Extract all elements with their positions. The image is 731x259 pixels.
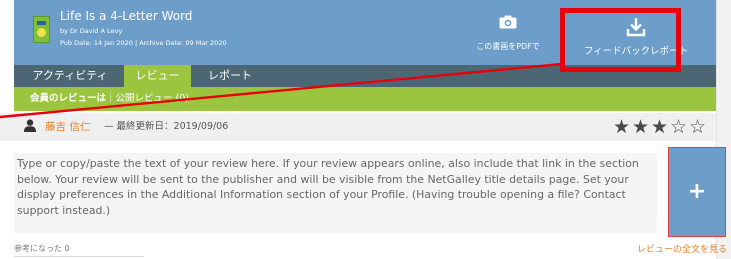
book-cover-thumbnail[interactable] bbox=[33, 16, 50, 43]
book-dates: Pub Date: 14 Jan 2020 | Archive Date: 09… bbox=[60, 39, 227, 47]
annotation-highlight-box bbox=[560, 8, 681, 72]
person-icon bbox=[24, 119, 36, 132]
plus-icon: + bbox=[687, 179, 707, 204]
review-filter-text: 会員のレビューは｜公開レビュー (0) bbox=[30, 87, 189, 111]
review-placeholder-text: Type or copy/paste the text of your revi… bbox=[17, 157, 639, 217]
download-pdf-label: この書画をPDFで bbox=[476, 42, 540, 51]
book-title[interactable]: Life Is a 4-Letter Word bbox=[60, 9, 192, 23]
my-reviews-link[interactable]: 会員のレビューは bbox=[30, 93, 106, 104]
star-filled-icon[interactable]: ★ bbox=[631, 116, 650, 138]
tab-activity[interactable]: アクティビティ bbox=[22, 65, 118, 87]
see-full-review-link[interactable]: レビューの全文を見る bbox=[637, 242, 727, 255]
tab-reviews[interactable]: レビュー bbox=[124, 65, 191, 87]
star-rating[interactable]: ★ ★ ★ ☆ ☆ bbox=[612, 116, 707, 138]
public-reviews-link[interactable]: ｜公開レビュー (0) bbox=[106, 93, 189, 104]
review-card: 藤吉 信仁 — 最終更新日：2019/09/06 ★ ★ ★ ☆ ☆ Type or c… bbox=[0, 113, 727, 259]
star-empty-icon[interactable]: ☆ bbox=[669, 116, 688, 138]
star-empty-icon[interactable]: ☆ bbox=[688, 116, 707, 138]
reviewer-row: 藤吉 信仁 — 最終更新日：2019/09/06 ★ ★ ★ ☆ ☆ bbox=[0, 113, 716, 141]
tab-reports[interactable]: レポート bbox=[198, 65, 262, 87]
book-author: by Dr David A Levy bbox=[60, 27, 123, 35]
camera-icon bbox=[499, 15, 517, 29]
add-review-button[interactable]: + bbox=[668, 147, 726, 237]
last-updated-date: — 最終更新日：2019/09/06 bbox=[104, 121, 229, 132]
star-filled-icon[interactable]: ★ bbox=[650, 116, 669, 138]
review-filter-bar: 会員のレビューは｜公開レビュー (0) bbox=[14, 87, 716, 111]
helpful-count: 参考になった 0 bbox=[14, 244, 70, 253]
download-pdf-button[interactable]: この書画をPDFで bbox=[458, 15, 558, 55]
review-textarea[interactable]: Type or copy/paste the text of your revi… bbox=[14, 153, 657, 233]
star-filled-icon[interactable]: ★ bbox=[612, 116, 631, 138]
reviewer-name-link[interactable]: 藤吉 信仁 bbox=[45, 113, 90, 141]
divider bbox=[14, 256, 144, 257]
